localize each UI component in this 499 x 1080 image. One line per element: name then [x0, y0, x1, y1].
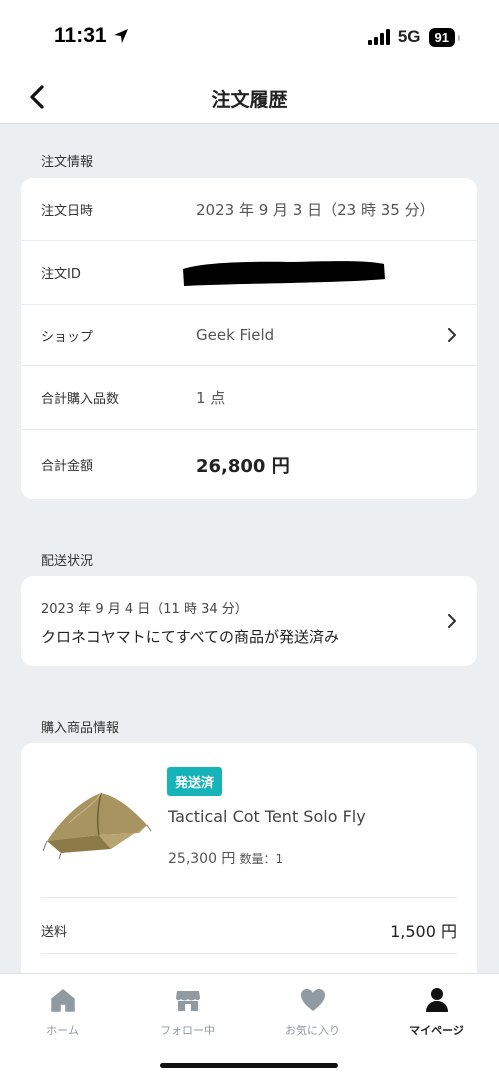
order-date-label: 注文日時 [41, 203, 94, 219]
order-id-row: 注文ID [21, 241, 477, 305]
shipping-status-text: クロネコヤマトにてすべての商品が発送済み [41, 628, 340, 646]
total-amount-label: 合計金額 [41, 459, 94, 474]
redacted-order-id [183, 261, 385, 286]
chevron-right-icon [448, 328, 456, 342]
tab-home-label: ホーム [46, 1024, 79, 1037]
divider [41, 953, 457, 954]
home-indicator[interactable] [160, 1063, 338, 1068]
tab-mypage-label: マイページ [409, 1024, 464, 1037]
product-name[interactable]: Tactical Cot Tent Solo Fly [168, 807, 366, 826]
product-image[interactable] [39, 783, 154, 863]
chevron-right-icon [448, 614, 456, 628]
product-quantity: 数量：1 [239, 852, 284, 866]
location-arrow-icon [113, 29, 128, 43]
total-amount-row: 合計金額 26,800 円 [21, 430, 477, 499]
cellular-signal-icon [367, 29, 390, 45]
shipping-fee-value: 1,500 円 [390, 922, 457, 941]
order-info-card: 注文日時 2023 年 9 月 3 日（23 時 35 分） 注文ID ショップ… [21, 178, 477, 499]
page-title: 注文履歴 [211, 89, 288, 111]
tent-image [42, 792, 152, 860]
tab-favorites-label: お気に入り [285, 1024, 340, 1037]
shop-name: Geek Field [196, 326, 275, 344]
status-indicators: 5G 91 [367, 27, 460, 47]
network-type: 5G [397, 27, 421, 46]
divider [41, 897, 457, 898]
person-icon [425, 988, 448, 1012]
home-icon [50, 989, 75, 1012]
shipping-section-label: 配送状況 [41, 554, 94, 569]
status-time: 11:31 [54, 24, 129, 48]
products-section-label: 購入商品情報 [41, 721, 120, 736]
shop-row[interactable]: ショップ Geek Field [21, 305, 477, 366]
tab-mypage[interactable]: マイページ [374, 986, 499, 1038]
nav-header: 注文履歴 [0, 72, 499, 124]
battery-icon: 91 [428, 27, 460, 47]
order-date-value: 2023 年 9 月 3 日（23 時 35 分） [196, 200, 435, 219]
total-amount-value: 26,800 円 [196, 455, 290, 477]
shipping-date: 2023 年 9 月 4 日（11 時 34 分） [41, 602, 248, 617]
item-count-value: 1 点 [196, 389, 226, 407]
heart-icon [300, 989, 325, 1011]
product-price-line: 25,300 円数量：1 [168, 848, 283, 868]
product-price: 25,300 円 [168, 851, 236, 867]
item-count-row: 合計購入品数 1 点 [21, 366, 477, 430]
battery-level: 91 [434, 29, 449, 45]
product-card: 発送済 Tactical Cot Tent Solo Fly 25,300 円数… [21, 743, 477, 983]
shop-label: ショップ [41, 329, 94, 345]
shipped-badge: 発送済 [167, 767, 223, 796]
shipping-fee-label: 送料 [41, 925, 68, 940]
tab-following-label: フォロー中 [160, 1024, 215, 1037]
shipping-status-card[interactable]: 2023 年 9 月 4 日（11 時 34 分） クロネコヤマトにてすべての商… [21, 576, 477, 666]
store-icon [175, 991, 200, 1011]
status-bar: 11:31 5G 91 [0, 0, 499, 72]
tab-following[interactable]: フォロー中 [125, 986, 250, 1038]
item-count-label: 合計購入品数 [41, 392, 120, 407]
tab-home[interactable]: ホーム [0, 986, 125, 1038]
tab-favorites[interactable]: お気に入り [250, 986, 375, 1038]
order-id-label: 注文ID [41, 267, 81, 282]
order-info-section-label: 注文情報 [41, 155, 94, 170]
status-time-text: 11:31 [54, 24, 107, 47]
order-date-row: 注文日時 2023 年 9 月 3 日（23 時 35 分） [21, 178, 477, 241]
